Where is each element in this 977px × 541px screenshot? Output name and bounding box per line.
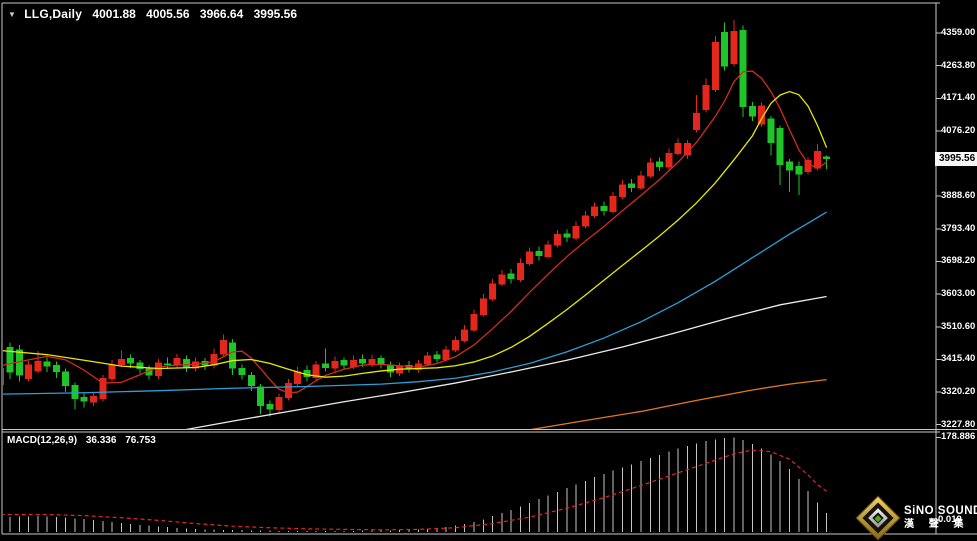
ohlc-high: 4005.56: [146, 7, 190, 21]
chart-canvas[interactable]: [0, 0, 977, 541]
price-axis-label: 4263.80: [941, 59, 976, 71]
macd-signal-line: [3, 449, 827, 531]
trading-chart-window: ▼ LLG,Daily 4001.88 4005.56 3966.64 3995…: [0, 0, 977, 541]
price-axis-label: 3603.00: [941, 288, 976, 300]
price-axis-label: 3888.60: [941, 190, 976, 202]
chevron-down-icon[interactable]: ▼: [8, 10, 16, 19]
macd-signal-value: 76.753: [125, 435, 156, 446]
symbol-period-label: LLG,Daily: [24, 7, 83, 21]
macd-indicator-header: MACD(12,26,9) 36.336 76.753: [7, 435, 156, 446]
price-axis-label: 4076.20: [941, 124, 976, 136]
brand-diamond-logo-icon: [855, 495, 901, 541]
ohlc-close: 3995.56: [253, 7, 298, 21]
price-axis-label: 3415.40: [941, 353, 976, 365]
current-price-badge: 3995.56: [935, 151, 977, 166]
price-axis-label: 3510.60: [941, 320, 976, 332]
symbol-header: ▼ LLG,Daily 4001.88 4005.56 3966.64 3995…: [8, 7, 297, 21]
macd-main-value: 36.336: [85, 435, 117, 446]
price-axis-label: 3227.80: [941, 418, 976, 430]
price-axis-label: 4359.00: [941, 27, 976, 38]
price-axis-label: 3793.40: [941, 222, 976, 234]
price-axis[interactable]: 4359.004263.804171.404076.203981.003888.…: [941, 0, 977, 541]
price-axis-label: 4171.40: [941, 92, 976, 104]
ma-fast-red: [3, 70, 827, 394]
price-axis-label: 3698.20: [941, 255, 976, 267]
ma-xxlong-orange: [530, 378, 827, 429]
macd-scale-min-label: 0.019: [938, 514, 962, 525]
macd-scale-max-label: 178.886: [941, 431, 976, 442]
price-axis-label: 3320.20: [941, 386, 976, 398]
ohlc-low: 3966.64: [199, 7, 244, 21]
macd-label: MACD(12,26,9): [7, 435, 78, 446]
ohlc-open: 4001.88: [92, 7, 136, 21]
